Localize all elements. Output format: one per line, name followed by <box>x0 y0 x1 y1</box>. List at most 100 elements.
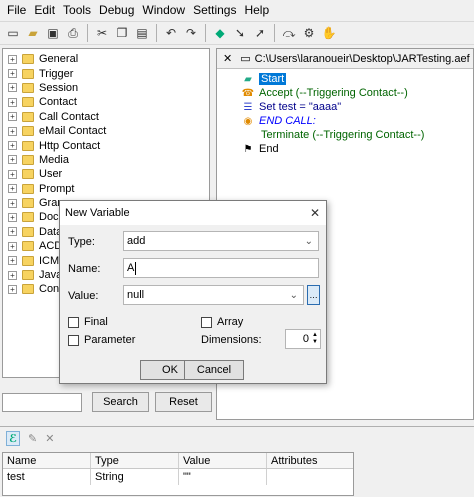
menu-help[interactable]: Help <box>240 3 273 17</box>
tree-item[interactable]: + Call Contact <box>3 110 209 124</box>
parameter-checkbox[interactable] <box>68 334 79 346</box>
node-end[interactable]: ⚑ End <box>241 143 279 155</box>
node-start[interactable]: ▰ Start <box>241 73 287 85</box>
step-into-icon[interactable]: ➘ <box>231 24 249 42</box>
print-icon[interactable]: ⎙ <box>64 24 82 42</box>
final-checkbox-row[interactable]: Final <box>68 316 108 328</box>
expand-icon[interactable]: + <box>8 184 17 194</box>
cell-type: String <box>91 469 179 485</box>
menu-debug[interactable]: Debug <box>95 3 138 17</box>
run-icon[interactable]: ⤼ <box>280 24 298 42</box>
expand-icon[interactable]: + <box>8 155 17 165</box>
value-editor-button[interactable]: ⋯ <box>307 285 320 305</box>
cell-value: "" <box>179 469 267 485</box>
expand-icon[interactable]: + <box>8 126 17 136</box>
folder-icon <box>22 284 34 295</box>
script-tab[interactable]: ✕ ▭ C:\Users\laranoueir\Desktop\JARTesti… <box>217 49 473 69</box>
dimensions-stepper[interactable]: 0 ▲ ▼ <box>285 329 321 349</box>
parameter-label: Parameter <box>84 334 136 346</box>
final-checkbox[interactable] <box>68 316 79 328</box>
save-icon[interactable]: ▣ <box>44 24 62 42</box>
node-accept[interactable]: ☎ Accept (--Triggering Contact--) <box>241 87 408 99</box>
cancel-button[interactable]: Cancel <box>184 360 244 380</box>
close-tab-icon[interactable]: ✕ <box>223 52 232 65</box>
expand-icon[interactable]: + <box>8 198 17 208</box>
step-over-icon[interactable]: ➚ <box>251 24 269 42</box>
array-checkbox-row[interactable]: Array <box>201 316 243 328</box>
redo-icon[interactable]: ↷ <box>182 24 200 42</box>
expand-icon[interactable]: + <box>8 83 17 93</box>
expand-icon[interactable]: + <box>8 69 17 79</box>
stepper-arrows-icon[interactable]: ▲ ▼ <box>312 332 318 346</box>
folder-icon <box>22 68 34 79</box>
folder-icon <box>22 241 34 252</box>
tree-item-label: Trigger <box>39 67 74 80</box>
tree-item[interactable]: + User <box>3 167 209 181</box>
folder-icon <box>22 255 34 266</box>
tree-item[interactable]: + General <box>3 52 209 66</box>
tree-item[interactable]: + Contact <box>3 95 209 109</box>
col-name[interactable]: Name <box>3 453 91 468</box>
open-folder-icon[interactable]: ▰ <box>24 24 42 42</box>
table-row[interactable]: test String "" <box>3 469 353 485</box>
validate-icon[interactable]: ◆ <box>211 24 229 42</box>
search-input[interactable] <box>2 392 82 412</box>
expand-icon[interactable]: + <box>8 227 17 237</box>
expand-icon[interactable]: + <box>8 241 17 251</box>
type-select[interactable]: add ⌄ <box>123 231 319 251</box>
col-type[interactable]: Type <box>91 453 179 468</box>
new-file-icon[interactable]: ▭ <box>4 24 22 42</box>
menu-file[interactable]: File <box>3 3 30 17</box>
node-set[interactable]: ☰ Set test = "aaaa" <box>241 101 342 113</box>
value-select[interactable]: null ⌄ <box>123 285 304 305</box>
name-input[interactable]: A <box>123 258 319 278</box>
tree-item[interactable]: + Session <box>3 81 209 95</box>
tree-item[interactable]: + Http Contact <box>3 138 209 152</box>
tree-item-label: eMail Contact <box>39 125 107 138</box>
expand-icon[interactable]: + <box>8 212 17 222</box>
tree-item[interactable]: + Prompt <box>3 182 209 196</box>
close-icon[interactable]: ✕ <box>310 206 320 220</box>
expand-icon[interactable]: + <box>8 112 17 122</box>
expand-icon[interactable]: + <box>8 54 17 64</box>
node-terminate[interactable]: Terminate (--Triggering Contact--) <box>261 129 424 141</box>
tree-item[interactable]: + eMail Contact <box>3 124 209 138</box>
tree-item-label: ICM <box>39 254 60 267</box>
tree-item-label: Contact <box>39 96 77 109</box>
table-header: Name Type Value Attributes <box>3 453 353 469</box>
tree-item[interactable]: + Media <box>3 153 209 167</box>
undo-icon[interactable]: ↶ <box>162 24 180 42</box>
tree-item[interactable]: + Trigger <box>3 66 209 80</box>
copy-icon[interactable]: ❐ <box>113 24 131 42</box>
delete-variable-icon[interactable]: ✕ <box>45 432 54 445</box>
expand-icon[interactable]: + <box>8 97 17 107</box>
node-label-end-call[interactable]: ◉ END CALL: <box>241 115 316 127</box>
paste-icon[interactable]: ▤ <box>133 24 151 42</box>
edit-variable-icon[interactable]: ✎ <box>28 432 37 445</box>
reset-button[interactable]: Reset <box>155 392 212 412</box>
col-attributes[interactable]: Attributes <box>267 453 353 468</box>
new-variable-icon[interactable]: ℰ <box>6 430 21 446</box>
menu-settings[interactable]: Settings <box>189 3 240 17</box>
folder-icon <box>22 140 34 151</box>
array-checkbox[interactable] <box>201 316 212 328</box>
menu-window[interactable]: Window <box>138 3 189 17</box>
expand-icon[interactable]: + <box>8 141 17 151</box>
search-button[interactable]: Search <box>92 392 149 412</box>
start-icon: ▰ <box>244 73 252 85</box>
expand-icon[interactable]: + <box>8 270 17 280</box>
cell-attributes <box>267 469 353 485</box>
palette-search-bar: Search Reset <box>2 388 212 416</box>
menu-edit[interactable]: Edit <box>30 3 59 17</box>
cell-name: test <box>3 469 91 485</box>
menu-tools[interactable]: Tools <box>59 3 95 17</box>
parameter-checkbox-row[interactable]: Parameter <box>68 334 135 346</box>
cut-icon[interactable]: ✂ <box>93 24 111 42</box>
expand-icon[interactable]: + <box>8 284 17 294</box>
col-value[interactable]: Value <box>179 453 267 468</box>
stop-icon[interactable]: ✋ <box>320 24 338 42</box>
expand-icon[interactable]: + <box>8 169 17 179</box>
folder-icon <box>22 169 34 180</box>
expand-icon[interactable]: + <box>8 256 17 266</box>
debug-icon[interactable]: ⚙ <box>300 24 318 42</box>
